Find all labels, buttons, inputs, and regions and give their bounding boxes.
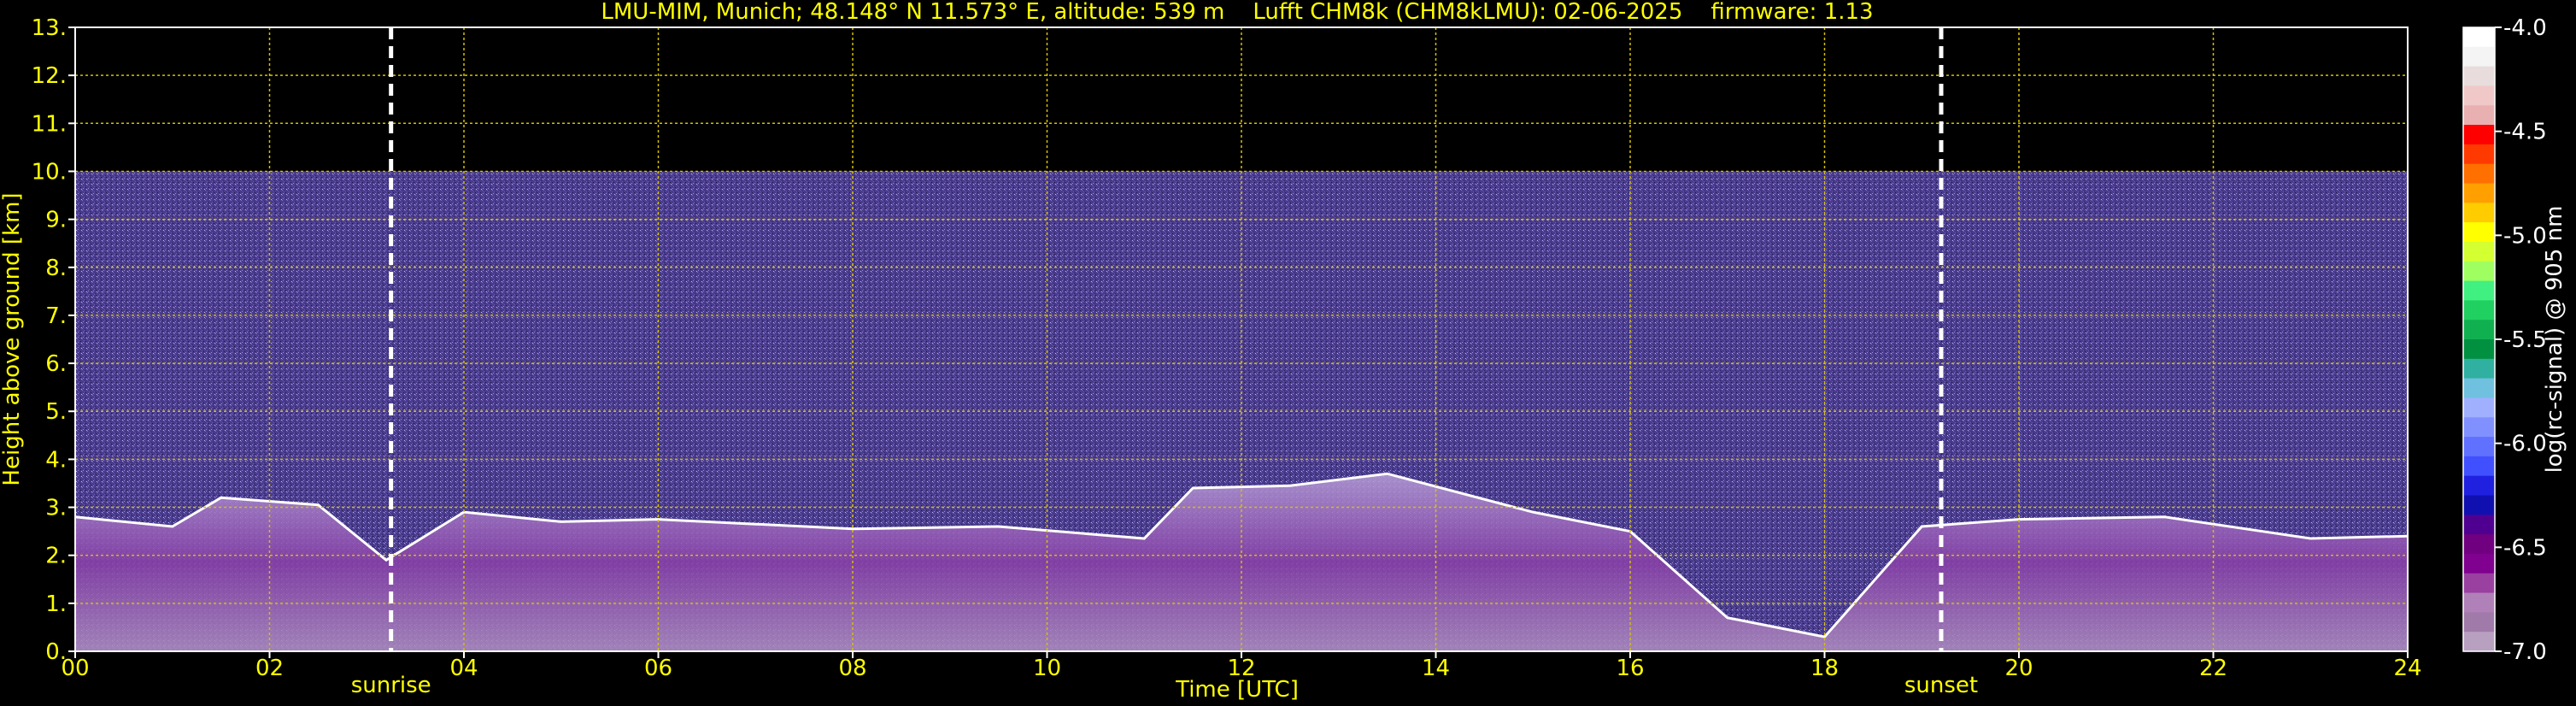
colorbar-segment <box>2463 105 2495 126</box>
colorbar-segment <box>2463 632 2495 652</box>
colorbar-segment <box>2463 27 2495 48</box>
colorbar-segment <box>2463 378 2495 399</box>
y-tick-label: 2. <box>45 544 67 569</box>
y-tick-label: 3. <box>45 496 67 521</box>
y-tick-label: 4. <box>45 447 67 473</box>
y-tick-label: 10. <box>32 159 67 185</box>
colorbar-segment <box>2463 358 2495 379</box>
colorbar-segment <box>2463 66 2495 87</box>
colorbar-segment <box>2463 203 2495 223</box>
colorbar-segment <box>2463 397 2495 418</box>
x-tick-label: 18 <box>1810 656 1839 681</box>
colorbar-tick-label: -4.5 <box>2503 120 2547 145</box>
y-axis-label: Height above ground [km] <box>0 192 25 485</box>
x-tick-label: 02 <box>255 656 284 681</box>
y-tick-label: 11. <box>32 111 67 137</box>
colorbar-segment <box>2463 553 2495 574</box>
colorbar-segment <box>2463 183 2495 203</box>
x-tick-label: 10 <box>1033 656 1061 681</box>
ceilometer-chart: LMU-MIM, Munich; 48.148° N 11.573° E, al… <box>0 0 2576 706</box>
colorbar-segment <box>2463 573 2495 594</box>
y-tick-label: 12. <box>32 63 67 89</box>
x-axis-label: Time [UTC] <box>1175 677 1299 703</box>
colorbar-segment <box>2463 163 2495 185</box>
x-tick-label: 22 <box>2199 656 2227 681</box>
colorbar-segment <box>2463 46 2495 68</box>
colorbar-segment <box>2463 534 2495 555</box>
colorbar-segment <box>2463 85 2495 106</box>
colorbar-segment <box>2463 475 2495 497</box>
x-tick-label: 16 <box>1616 656 1644 681</box>
x-tick-label: 20 <box>2004 656 2033 681</box>
colorbar-segment <box>2463 339 2495 360</box>
colorbar-segment <box>2463 612 2495 632</box>
y-tick-label: 5. <box>45 399 67 425</box>
colorbar-segment <box>2463 144 2495 165</box>
colorbar-segment <box>2463 222 2495 243</box>
colorbar-segment <box>2463 495 2495 515</box>
sunrise-label: sunrise <box>351 673 431 698</box>
colorbar-segment <box>2463 456 2495 477</box>
y-tick-label: 8. <box>45 256 67 281</box>
colorbar-segment <box>2463 592 2495 613</box>
colorbar-segment <box>2463 515 2495 535</box>
y-tick-label: 13. <box>32 15 67 41</box>
colorbar-tick-label: -6.5 <box>2503 535 2547 561</box>
colorbar-segment <box>2463 261 2495 282</box>
colorbar-segment <box>2463 437 2495 457</box>
sunset-label: sunset <box>1904 673 1978 698</box>
colorbar-segment <box>2463 125 2495 145</box>
colorbar-segment <box>2463 280 2495 301</box>
colorbar-segment <box>2463 320 2495 340</box>
colorbar-tick-label: -6.0 <box>2503 432 2547 457</box>
colorbar-label: log(rc-signal) @ 905 nm <box>2542 206 2567 474</box>
y-tick-label: 7. <box>45 303 67 329</box>
x-tick-label: 14 <box>1422 656 1450 681</box>
x-tick-label: 08 <box>838 656 866 681</box>
colorbar-tick-label: -5.5 <box>2503 327 2547 353</box>
y-tick-label: 6. <box>45 351 67 377</box>
x-tick-label: 00 <box>61 656 89 681</box>
colorbar-segment <box>2463 300 2495 321</box>
x-tick-label: 04 <box>449 656 478 681</box>
colorbar-tick-label: -5.0 <box>2503 223 2547 249</box>
x-tick-label: 24 <box>2393 656 2421 681</box>
colorbar-tick-label: -7.0 <box>2503 639 2547 665</box>
y-tick-label: 9. <box>45 208 67 233</box>
x-tick-label: 06 <box>644 656 672 681</box>
chart-title: LMU-MIM, Munich; 48.148° N 11.573° E, al… <box>601 0 1873 25</box>
y-tick-label: 1. <box>45 591 67 617</box>
colorbar-tick-label: -4.0 <box>2503 15 2547 41</box>
colorbar-segment <box>2463 417 2495 438</box>
colorbar-segment <box>2463 241 2495 262</box>
